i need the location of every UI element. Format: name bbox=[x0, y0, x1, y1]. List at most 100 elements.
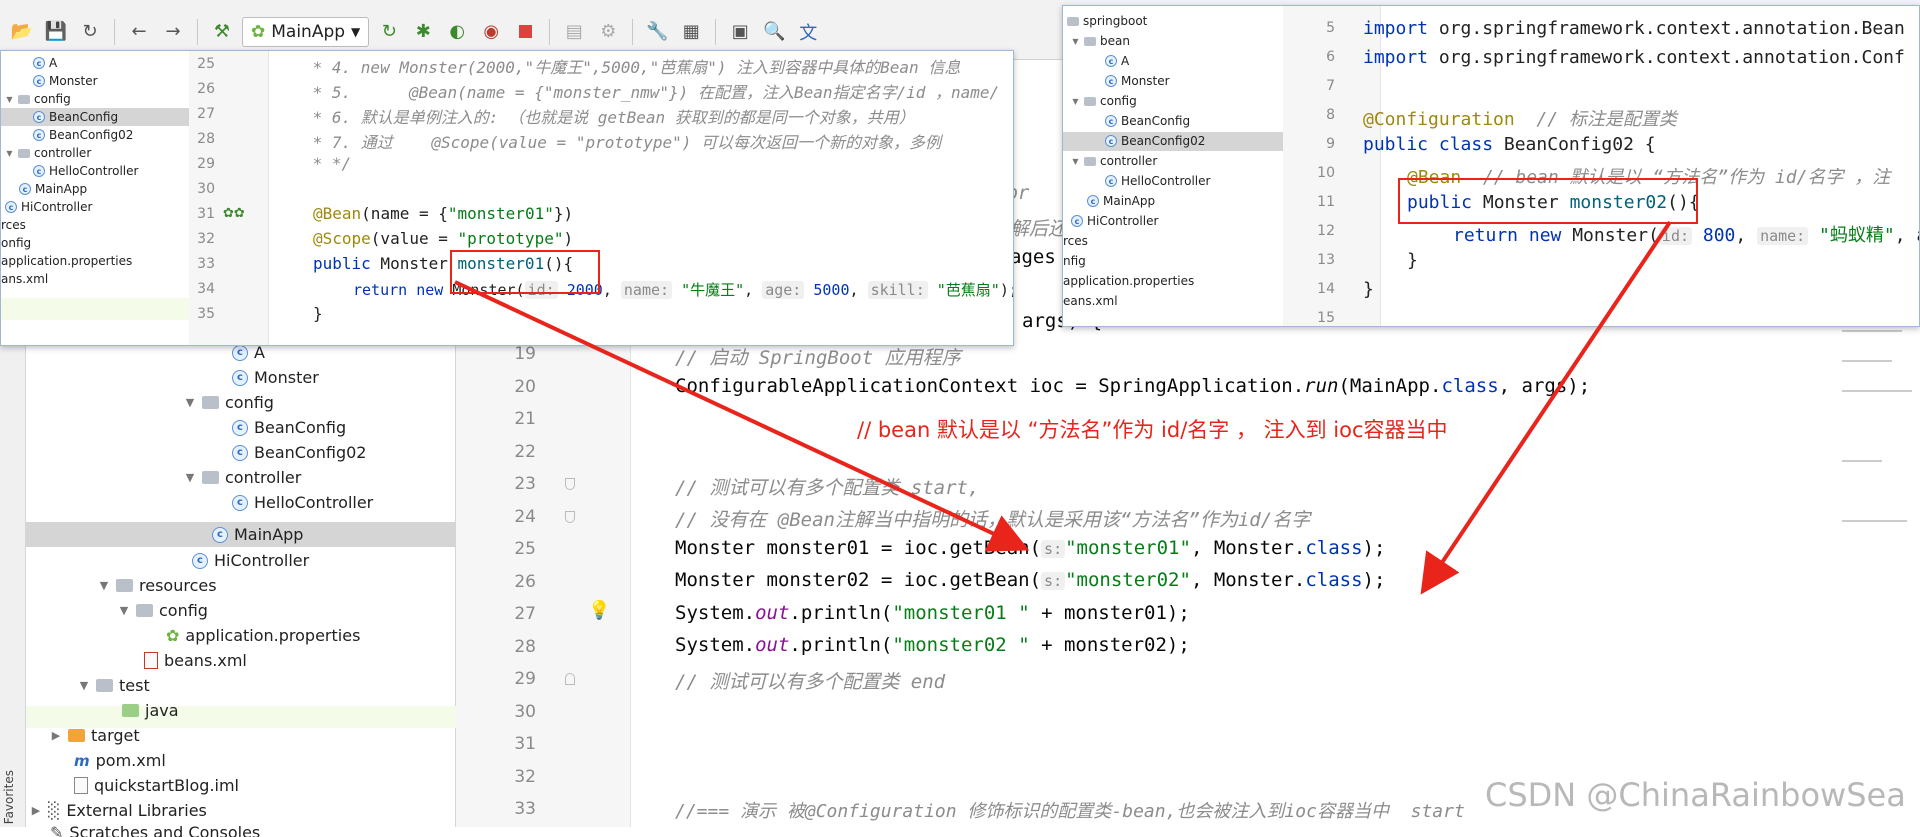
tree-item[interactable]: ▼ controller bbox=[5, 144, 91, 162]
tree-item[interactable]: c Monster bbox=[33, 72, 98, 90]
chevron-down-icon[interactable]: ▼ bbox=[1071, 97, 1080, 106]
tree-item-label: A bbox=[49, 56, 58, 70]
terminal-icon[interactable]: ▣ bbox=[726, 18, 754, 46]
chevron-down-icon[interactable]: ▼ bbox=[98, 579, 110, 592]
chevron-down-icon[interactable]: ▼ bbox=[1071, 157, 1080, 166]
tree-item-resources-config[interactable]: ▼ config bbox=[118, 598, 208, 623]
tree-item[interactable]: c Monster bbox=[1105, 72, 1170, 90]
back-icon[interactable]: ← bbox=[125, 18, 153, 46]
sync-icon[interactable]: ↻ bbox=[76, 18, 104, 46]
tree-item[interactable]: c BeanConfig02 bbox=[1105, 132, 1205, 150]
plugin-icon[interactable]: ⚙ bbox=[594, 18, 622, 46]
test-source-folder-icon bbox=[122, 704, 139, 717]
build-icon[interactable]: ⚒ bbox=[208, 18, 236, 46]
fold-icon[interactable] bbox=[565, 673, 575, 685]
tree-item-pom-xml[interactable]: m pom.xml bbox=[74, 748, 166, 773]
tree-item-test[interactable]: ▼ test bbox=[78, 673, 150, 698]
tree-item-beanconfig[interactable]: c BeanConfig bbox=[232, 415, 346, 440]
favorites-tab[interactable]: Favorites bbox=[2, 770, 24, 824]
tree-item-java[interactable]: java bbox=[122, 698, 179, 723]
code-token: class bbox=[1305, 569, 1363, 591]
chevron-down-icon[interactable]: ▼ bbox=[5, 149, 14, 158]
attach-icon[interactable]: ▤ bbox=[560, 18, 588, 46]
chevron-down-icon[interactable]: ▼ bbox=[184, 396, 196, 409]
tree-item[interactable]: c MainApp bbox=[19, 180, 87, 198]
tree-item[interactable]: application.properties bbox=[1, 252, 132, 270]
tree-item[interactable]: c BeanConfig bbox=[33, 108, 118, 126]
code-token: (value = bbox=[370, 229, 458, 248]
tree-item-mainapp[interactable]: c MainApp bbox=[212, 522, 303, 547]
highlight-box bbox=[450, 250, 600, 294]
tree-item[interactable]: ans.xml bbox=[1, 270, 48, 288]
code-line: import org.springframework.context.annot… bbox=[1363, 18, 1905, 39]
debug-icon[interactable]: ✱ bbox=[409, 18, 437, 46]
code-token: Monster monster01 = ioc.getBean( bbox=[675, 537, 1042, 559]
tree-item[interactable]: ▼ bean bbox=[1071, 32, 1130, 50]
tree-item[interactable]: eans.xml bbox=[1063, 292, 1118, 310]
tree-item-config[interactable]: ▼ config bbox=[184, 390, 274, 415]
chevron-right-icon[interactable]: ▶ bbox=[30, 804, 42, 817]
coverage-icon[interactable]: ◐ bbox=[443, 18, 471, 46]
settings-icon[interactable]: 🔧 bbox=[643, 18, 671, 46]
search-icon[interactable]: 🔍 bbox=[760, 18, 788, 46]
tree-item-hicontroller[interactable]: c HiController bbox=[192, 548, 309, 573]
chevron-down-icon[interactable]: ▼ bbox=[1071, 37, 1080, 46]
parameter-hint: name: bbox=[620, 281, 673, 299]
tree-item-target[interactable]: ▶ target bbox=[50, 723, 140, 748]
translate-icon[interactable]: 文 bbox=[794, 18, 822, 46]
tree-item-external-libraries[interactable]: ▶ ░ External Libraries bbox=[30, 798, 207, 823]
code-token: + monster02); bbox=[1029, 634, 1190, 656]
tree-item[interactable]: ▼ config bbox=[5, 90, 70, 108]
tree-item-scratches[interactable]: ✎ Scratches and Consoles bbox=[50, 823, 260, 837]
tree-item[interactable]: c HiController bbox=[5, 198, 92, 216]
tree-item[interactable]: cA bbox=[1105, 52, 1129, 70]
lightbulb-icon[interactable]: 💡 bbox=[588, 600, 610, 621]
tree-item[interactable]: cA bbox=[33, 54, 57, 72]
line-number: 20 bbox=[514, 377, 536, 397]
tree-item[interactable]: ▼ controller bbox=[1071, 152, 1157, 170]
tree-item-monster[interactable]: c Monster bbox=[232, 365, 319, 390]
tree-item-controller[interactable]: ▼ controller bbox=[184, 465, 302, 490]
fold-icon[interactable] bbox=[565, 511, 575, 523]
fold-icon[interactable] bbox=[565, 478, 575, 490]
chevron-right-icon[interactable]: ▶ bbox=[50, 729, 62, 742]
tree-item[interactable]: rces bbox=[1063, 232, 1088, 250]
tree-item[interactable]: c BeanConfig02 bbox=[33, 126, 133, 144]
profile-icon[interactable]: ◉ bbox=[477, 18, 505, 46]
tree-item-label: ans.xml bbox=[1, 272, 49, 286]
run-configuration-select[interactable]: ✿ MainApp ▼ bbox=[242, 16, 370, 47]
tree-item[interactable]: c HiController bbox=[1071, 212, 1158, 230]
tree-item[interactable]: c HelloController bbox=[33, 162, 138, 180]
tree-item-beans-xml[interactable]: beans.xml bbox=[144, 648, 247, 673]
tree-item-iml[interactable]: quickstartBlog.iml bbox=[74, 773, 239, 798]
tree-item[interactable]: c HelloController bbox=[1105, 172, 1210, 190]
chevron-down-icon[interactable]: ▼ bbox=[184, 471, 196, 484]
bean-gutter-icon[interactable]: ✿✿ bbox=[223, 206, 245, 221]
chevron-down-icon[interactable]: ▼ bbox=[5, 95, 14, 104]
tree-item[interactable]: onfig bbox=[1, 234, 31, 252]
tree-item[interactable]: c MainApp bbox=[1087, 192, 1155, 210]
tree-item[interactable]: c BeanConfig bbox=[1105, 112, 1190, 130]
tree-item[interactable]: application.properties bbox=[1063, 272, 1194, 290]
rerun-icon[interactable]: ↻ bbox=[375, 18, 403, 46]
tree-item-beanconfig02[interactable]: c BeanConfig02 bbox=[232, 440, 366, 465]
tree-item-application-properties[interactable]: ✿ application.properties bbox=[166, 623, 360, 648]
class-icon: c bbox=[192, 552, 208, 569]
tree-item[interactable]: rces bbox=[1, 216, 26, 234]
tree-item-hellocontroller[interactable]: c HelloController bbox=[232, 490, 373, 515]
code-token: org.springframework.context.annotation.B… bbox=[1428, 18, 1905, 39]
tree-item[interactable]: ▼ config bbox=[1071, 92, 1136, 110]
tree-item-label: HelloController bbox=[254, 493, 374, 512]
tree-item-label: BeanConfig bbox=[1121, 114, 1191, 128]
chevron-down-icon[interactable]: ▼ bbox=[118, 604, 130, 617]
forward-icon[interactable]: → bbox=[159, 18, 187, 46]
code-line: @Configuration // 标注是配置类 bbox=[1363, 105, 1677, 131]
tree-item[interactable]: springboot bbox=[1067, 12, 1147, 30]
save-icon[interactable]: 💾 bbox=[42, 18, 70, 46]
structure-icon[interactable]: ▦ bbox=[677, 18, 705, 46]
stop-icon[interactable] bbox=[511, 18, 539, 46]
open-icon[interactable]: 📂 bbox=[8, 18, 36, 46]
chevron-down-icon[interactable]: ▼ bbox=[78, 679, 90, 692]
tree-item-resources[interactable]: ▼ resources bbox=[98, 573, 217, 598]
tree-item[interactable]: nfig bbox=[1063, 252, 1086, 270]
